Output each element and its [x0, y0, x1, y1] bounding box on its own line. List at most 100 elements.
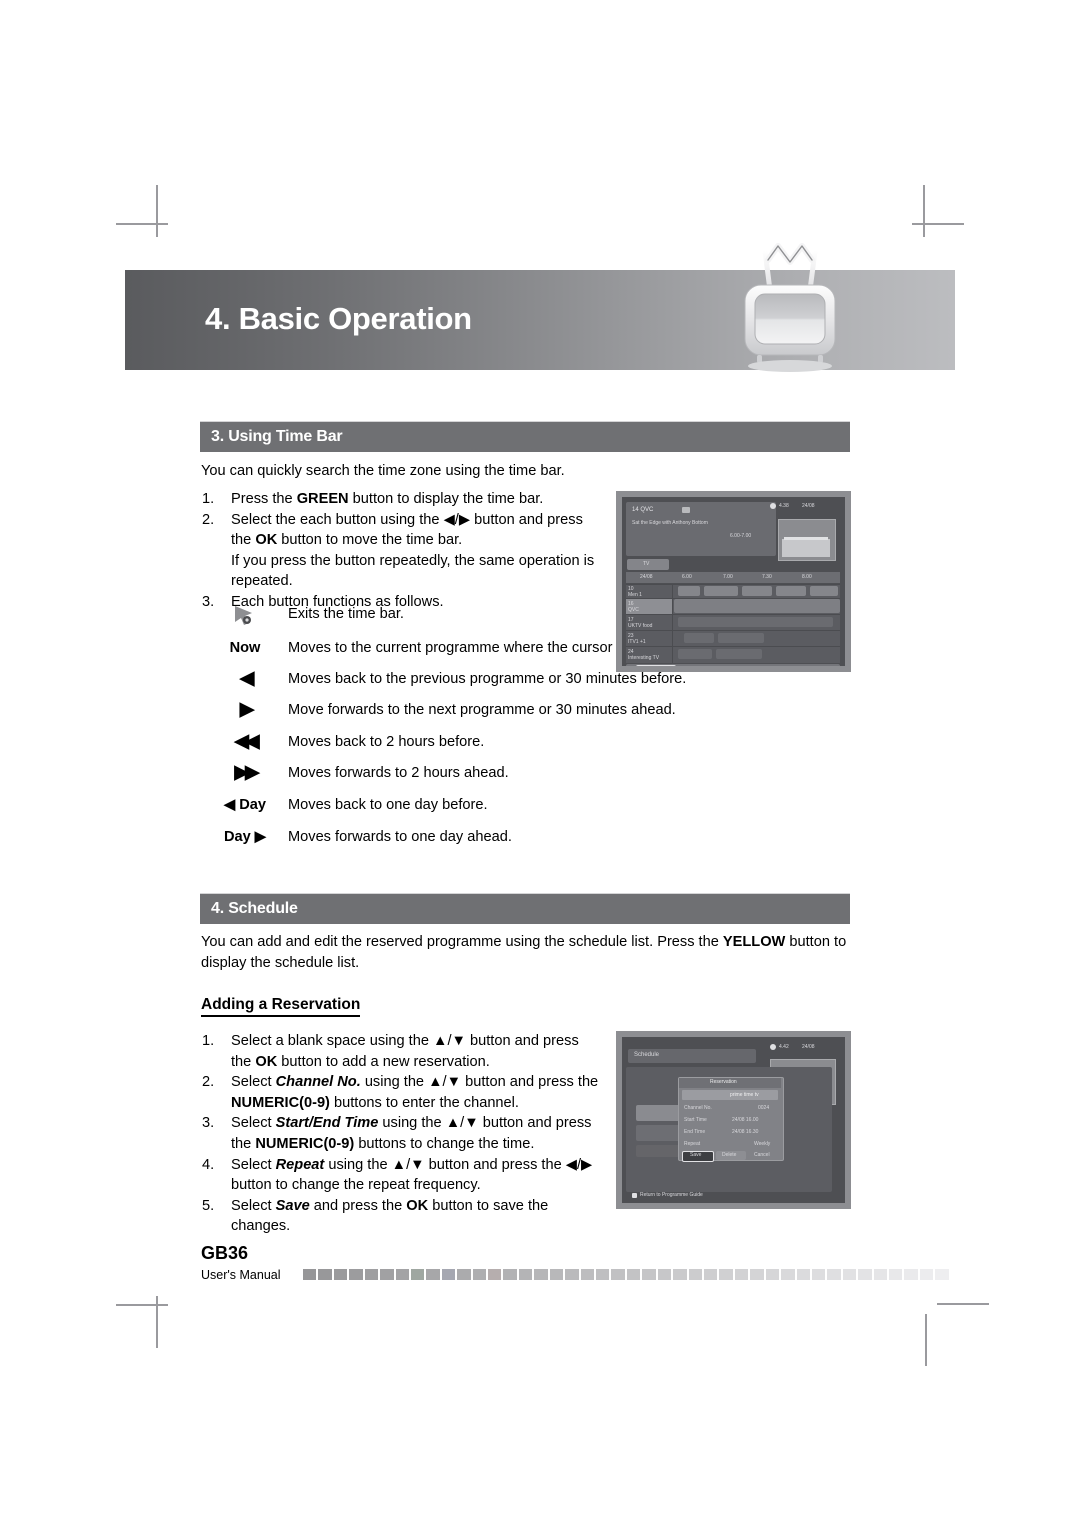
crop-mark-bottom-left-vertical [156, 1296, 158, 1348]
legend-row: ◀ Day Moves back to one day before. [202, 795, 862, 816]
section-header-schedule: 4. Schedule [200, 893, 850, 924]
osd-slot-4: 8.00 [802, 574, 812, 580]
dash-segment [673, 1269, 687, 1280]
dash-segment [873, 1269, 888, 1280]
dash-segment [457, 1269, 471, 1280]
osd-row-1-name: QVC [628, 607, 639, 613]
dash-segment [488, 1269, 502, 1280]
time-bar-intro-text: You can quickly search the time zone usi… [201, 463, 565, 479]
osd-row-3-name: ITV1 +1 [628, 639, 646, 645]
cursor-arrow-icon [235, 606, 252, 625]
osd-row-2-name: UKTV food [628, 623, 653, 629]
text-run: buttons to enter the channel. [329, 1094, 519, 1111]
legend-description: Moves back to one day before. [288, 796, 488, 813]
dash-segment [811, 1269, 826, 1280]
emphasis-bold: NUMERIC(0-9) [231, 1094, 330, 1111]
emphasis-bold: OK [255, 532, 278, 549]
dash-segment [333, 1269, 348, 1280]
legend-description: Moves back to 2 hours before. [288, 733, 485, 750]
text-run: ◀/▶ [443, 511, 471, 528]
dash-segment [919, 1269, 934, 1280]
list-item-number: 3. [202, 1115, 215, 1132]
osd-slot-1: 6.00 [682, 574, 692, 580]
dash-segment [441, 1269, 456, 1280]
list-item: 2. Select the each button using the ◀/▶ b… [202, 510, 602, 592]
legend-description: Move forwards to the next programme or 3… [288, 702, 676, 719]
dash-segment [703, 1269, 718, 1280]
left-triangle-day-icon: ◀ Day [223, 796, 267, 813]
crop-mark-top-right-horizontal [912, 223, 964, 225]
now-label: Now [229, 640, 261, 656]
legend-row: Day ▶ Moves forwards to one day ahead. [202, 827, 862, 848]
add-reservation-step-list: 1. Select a blank space using the ▲/▼ but… [202, 1031, 602, 1237]
text-run: ▲/▼ [433, 1033, 466, 1049]
time-bar-step-list: 1. Press the GREEN button to display the … [202, 489, 602, 613]
dash-segment [580, 1269, 595, 1280]
text-run: button to move the time bar. [277, 532, 463, 549]
list-item: 5. Select Save and press the OK button to… [202, 1196, 602, 1237]
list-item-number: 2. [202, 511, 215, 528]
cursor-arrow-icon [202, 604, 288, 626]
adding-reservation-subheading: Adding a Reservation [201, 996, 361, 1017]
schedule-reservation-screenshot: Schedule 4.42 24/08 Reservation prime ti… [616, 1031, 851, 1209]
dash-segment [796, 1269, 810, 1280]
osd-dialog-button-cancel: Cancel [754, 1152, 770, 1158]
dash-segment [410, 1269, 425, 1280]
osd-footer-hint: Return to Programme Guide [640, 1192, 703, 1198]
dash-segment [611, 1269, 625, 1280]
osd-dialog-button-delete: Delete [722, 1152, 737, 1158]
text-run: and press the [309, 1197, 407, 1214]
list-item: 1. Select a blank space using the ▲/▼ but… [202, 1031, 602, 1072]
dash-segment [642, 1269, 656, 1280]
programme-guide-time-bar-screenshot: 14 QVC Sat the Edge with Anthony Bottom … [616, 491, 851, 672]
dash-segment [657, 1269, 672, 1280]
osd-date: 24/08 [802, 1044, 815, 1050]
list-item-text: Select Channel No. using the ▲/▼ button … [231, 1072, 602, 1113]
crop-mark-bottom-right-vertical [925, 1314, 927, 1366]
text-run: ▲/▼ [445, 1115, 479, 1132]
dash-segment [303, 1269, 317, 1280]
list-item: 1. Press the GREEN button to display the … [202, 489, 602, 510]
legend-description: Exits the time bar. [288, 606, 404, 622]
emphasis-bold: OK [406, 1197, 429, 1214]
dash-segment [904, 1269, 918, 1280]
double-right-triangle-icon: ▶▶ [234, 762, 259, 784]
crop-mark-bottom-right-horizontal [937, 1303, 989, 1305]
osd-clock: 4.42 [779, 1044, 789, 1050]
osd-slot-2: 7.00 [723, 574, 733, 580]
dash-segment [626, 1269, 641, 1280]
text-run: ◀/▶ [565, 1156, 593, 1173]
dash-segment [596, 1269, 610, 1280]
text-run: Press the [231, 491, 297, 507]
list-item-text: Select a blank space using the ▲/▼ butto… [231, 1031, 602, 1072]
list-item-number: 2. [202, 1074, 215, 1091]
dash-segment [380, 1269, 394, 1280]
osd-programme-title: Sat the Edge with Anthony Bottom [632, 520, 708, 526]
list-item-text: Select Start/End Time using the ▲/▼ butt… [231, 1113, 602, 1154]
schedule-intro-text: You can add and edit the reserved progra… [201, 932, 853, 973]
dash-segment [565, 1269, 579, 1280]
text-run: Select the each button using the [231, 511, 444, 528]
text-run: using the [324, 1156, 392, 1173]
emphasis-bold-italic: Repeat [275, 1156, 325, 1173]
osd-field-3-value: Weekly [754, 1141, 771, 1147]
section-header-time-bar: 3. Using Time Bar [200, 421, 850, 452]
page-title: 4. Basic Operation [205, 301, 472, 336]
dash-segment [395, 1269, 409, 1280]
legend-row: ◀◀ Moves back to 2 hours before. [202, 731, 862, 753]
dash-segment [765, 1269, 780, 1280]
crop-mark-bottom-left-horizontal [116, 1304, 168, 1306]
emphasis-bold-italic: Channel No. [275, 1074, 361, 1091]
left-triangle-icon: ◀ [239, 667, 255, 689]
dash-segment [364, 1269, 379, 1280]
text-run: Select [231, 1115, 276, 1132]
emphasis-bold-italic: Start/End Time [275, 1115, 379, 1132]
osd-field-2-label: End Time [684, 1129, 706, 1135]
dash-segment [719, 1269, 733, 1280]
text-run: You can add and edit the reserved progra… [201, 934, 723, 950]
footer-gradient-dash-bar [303, 1269, 949, 1280]
dash-segment [688, 1269, 702, 1280]
osd-field-1-label: Start Time [684, 1117, 707, 1123]
legend-row: ▶▶ Moves forwards to 2 hours ahead. [202, 763, 862, 784]
dash-segment [858, 1269, 872, 1280]
